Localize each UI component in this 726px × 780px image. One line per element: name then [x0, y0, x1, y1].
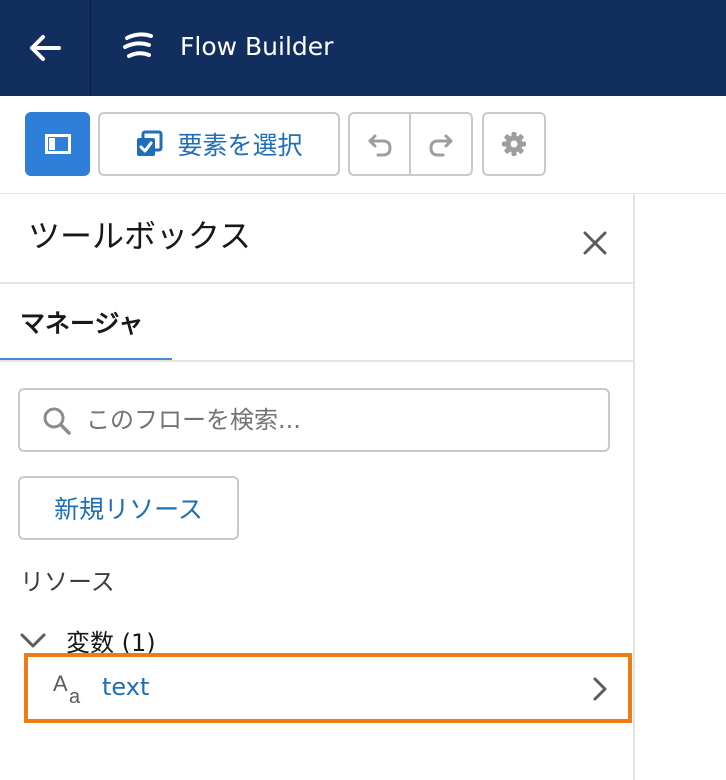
undo-button[interactable]: [348, 112, 411, 176]
search-box: [18, 388, 610, 452]
checkbox-copy-icon: [137, 130, 163, 156]
new-resource-button[interactable]: 新規リソース: [18, 476, 239, 540]
redo-icon: [429, 134, 453, 157]
tab-label: マネージャ: [20, 309, 144, 338]
svg-text:A: A: [53, 671, 68, 696]
settings-button[interactable]: [482, 112, 546, 176]
toggle-toolbox-button[interactable]: [25, 112, 90, 176]
redo-button[interactable]: [409, 112, 473, 176]
chevron-down-icon: [20, 633, 46, 648]
chevron-right-icon: [593, 677, 607, 701]
search-input[interactable]: [86, 400, 586, 440]
svg-text:a: a: [69, 686, 81, 705]
search-icon: [43, 407, 71, 435]
arrow-left-icon: [30, 35, 61, 61]
divider: [0, 360, 633, 362]
close-icon: [583, 231, 607, 255]
resource-name: text: [102, 673, 150, 701]
resource-item-text[interactable]: A a text: [24, 653, 632, 723]
tab-manager[interactable]: マネージャ: [0, 284, 172, 362]
select-elements-label: 要素を選択: [177, 131, 303, 160]
flow-logo-icon: [123, 32, 153, 58]
panel-toggle-icon: [44, 134, 71, 154]
back-button[interactable]: [0, 0, 91, 96]
text-type-icon: A a: [53, 671, 81, 705]
toolbox-panel: ツールボックス マネージャ 新規リソース リソース 変数 (1) A a tex…: [0, 194, 635, 780]
app-title: Flow Builder: [180, 32, 334, 61]
toolbar: 要素を選択: [0, 96, 726, 194]
gear-icon: [502, 132, 526, 156]
undo-icon: [368, 134, 392, 157]
close-toolbox-button[interactable]: [578, 226, 612, 260]
panel-title: ツールボックス: [28, 217, 252, 255]
resources-heading: リソース: [20, 568, 115, 596]
select-elements-button[interactable]: 要素を選択: [98, 112, 340, 176]
app-header: Flow Builder: [0, 0, 726, 96]
